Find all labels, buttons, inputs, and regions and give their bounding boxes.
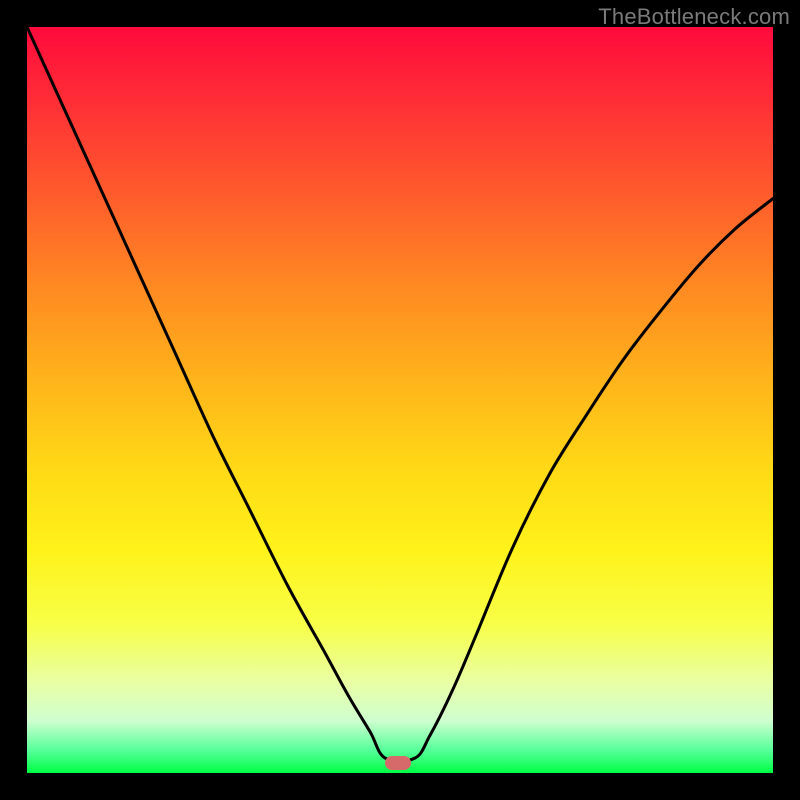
- plot-area: [27, 27, 773, 773]
- bottleneck-curve: [27, 27, 773, 773]
- watermark-text: TheBottleneck.com: [598, 4, 790, 30]
- chart-frame: TheBottleneck.com: [0, 0, 800, 800]
- optimal-marker: [385, 756, 411, 770]
